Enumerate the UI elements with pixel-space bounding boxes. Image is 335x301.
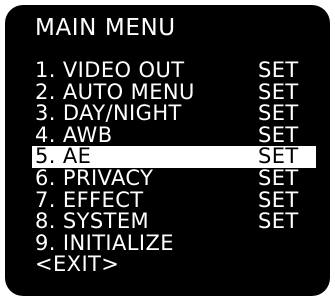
menu-item-value: SET [258, 187, 299, 212]
menu-item-label: 1. VIDEO OUT [35, 58, 185, 82]
menu-item-label: 2. AUTO MENU [35, 79, 195, 104]
menu-item-value: SET [258, 58, 299, 82]
menu-item-ae[interactable]: 5. AE SET [5, 146, 330, 168]
menu-item-label: 5. AE [35, 144, 92, 169]
menu-item-label: <EXIT> [35, 252, 120, 277]
menu-item-day-night[interactable]: 3. DAY/NIGHT SET [5, 103, 330, 125]
menu-item-exit[interactable]: <EXIT> [5, 254, 330, 276]
menu-item-value: SET [258, 79, 299, 104]
menu-item-privacy[interactable]: 6. PRIVACY SET [5, 165, 330, 190]
menu-item-value: SET [258, 144, 299, 169]
menu-list: 1. VIDEO OUT SET 2. AUTO MENU SET 3. DAY… [5, 58, 330, 276]
menu-item-auto-menu[interactable]: 2. AUTO MENU SET [5, 79, 330, 104]
menu-item-label: 3. DAY/NIGHT [35, 101, 182, 126]
menu-item-label: 7. EFFECT [35, 187, 144, 212]
osd-menu-panel: MAIN MENU 1. VIDEO OUT SET 2. AUTO MENU … [5, 5, 330, 296]
menu-item-effect[interactable]: 7. EFFECT SET [5, 187, 330, 212]
menu-item-value: SET [258, 165, 299, 190]
menu-item-initialize[interactable]: 9. INITIALIZE [5, 230, 330, 255]
menu-item-system[interactable]: 8. SYSTEM SET [5, 211, 330, 233]
menu-item-video-out[interactable]: 1. VIDEO OUT SET [5, 58, 330, 82]
menu-item-label: 8. SYSTEM [35, 209, 150, 234]
menu-item-value: SET [258, 101, 299, 126]
menu-item-value: SET [258, 209, 299, 234]
menu-item-value: SET [258, 122, 299, 147]
menu-item-awb[interactable]: 4. AWB SET [5, 122, 330, 147]
menu-item-label: 6. PRIVACY [35, 165, 154, 190]
menu-item-label: 4. AWB [35, 122, 113, 147]
menu-item-label: 9. INITIALIZE [35, 230, 174, 255]
menu-title: MAIN MENU [35, 15, 176, 41]
